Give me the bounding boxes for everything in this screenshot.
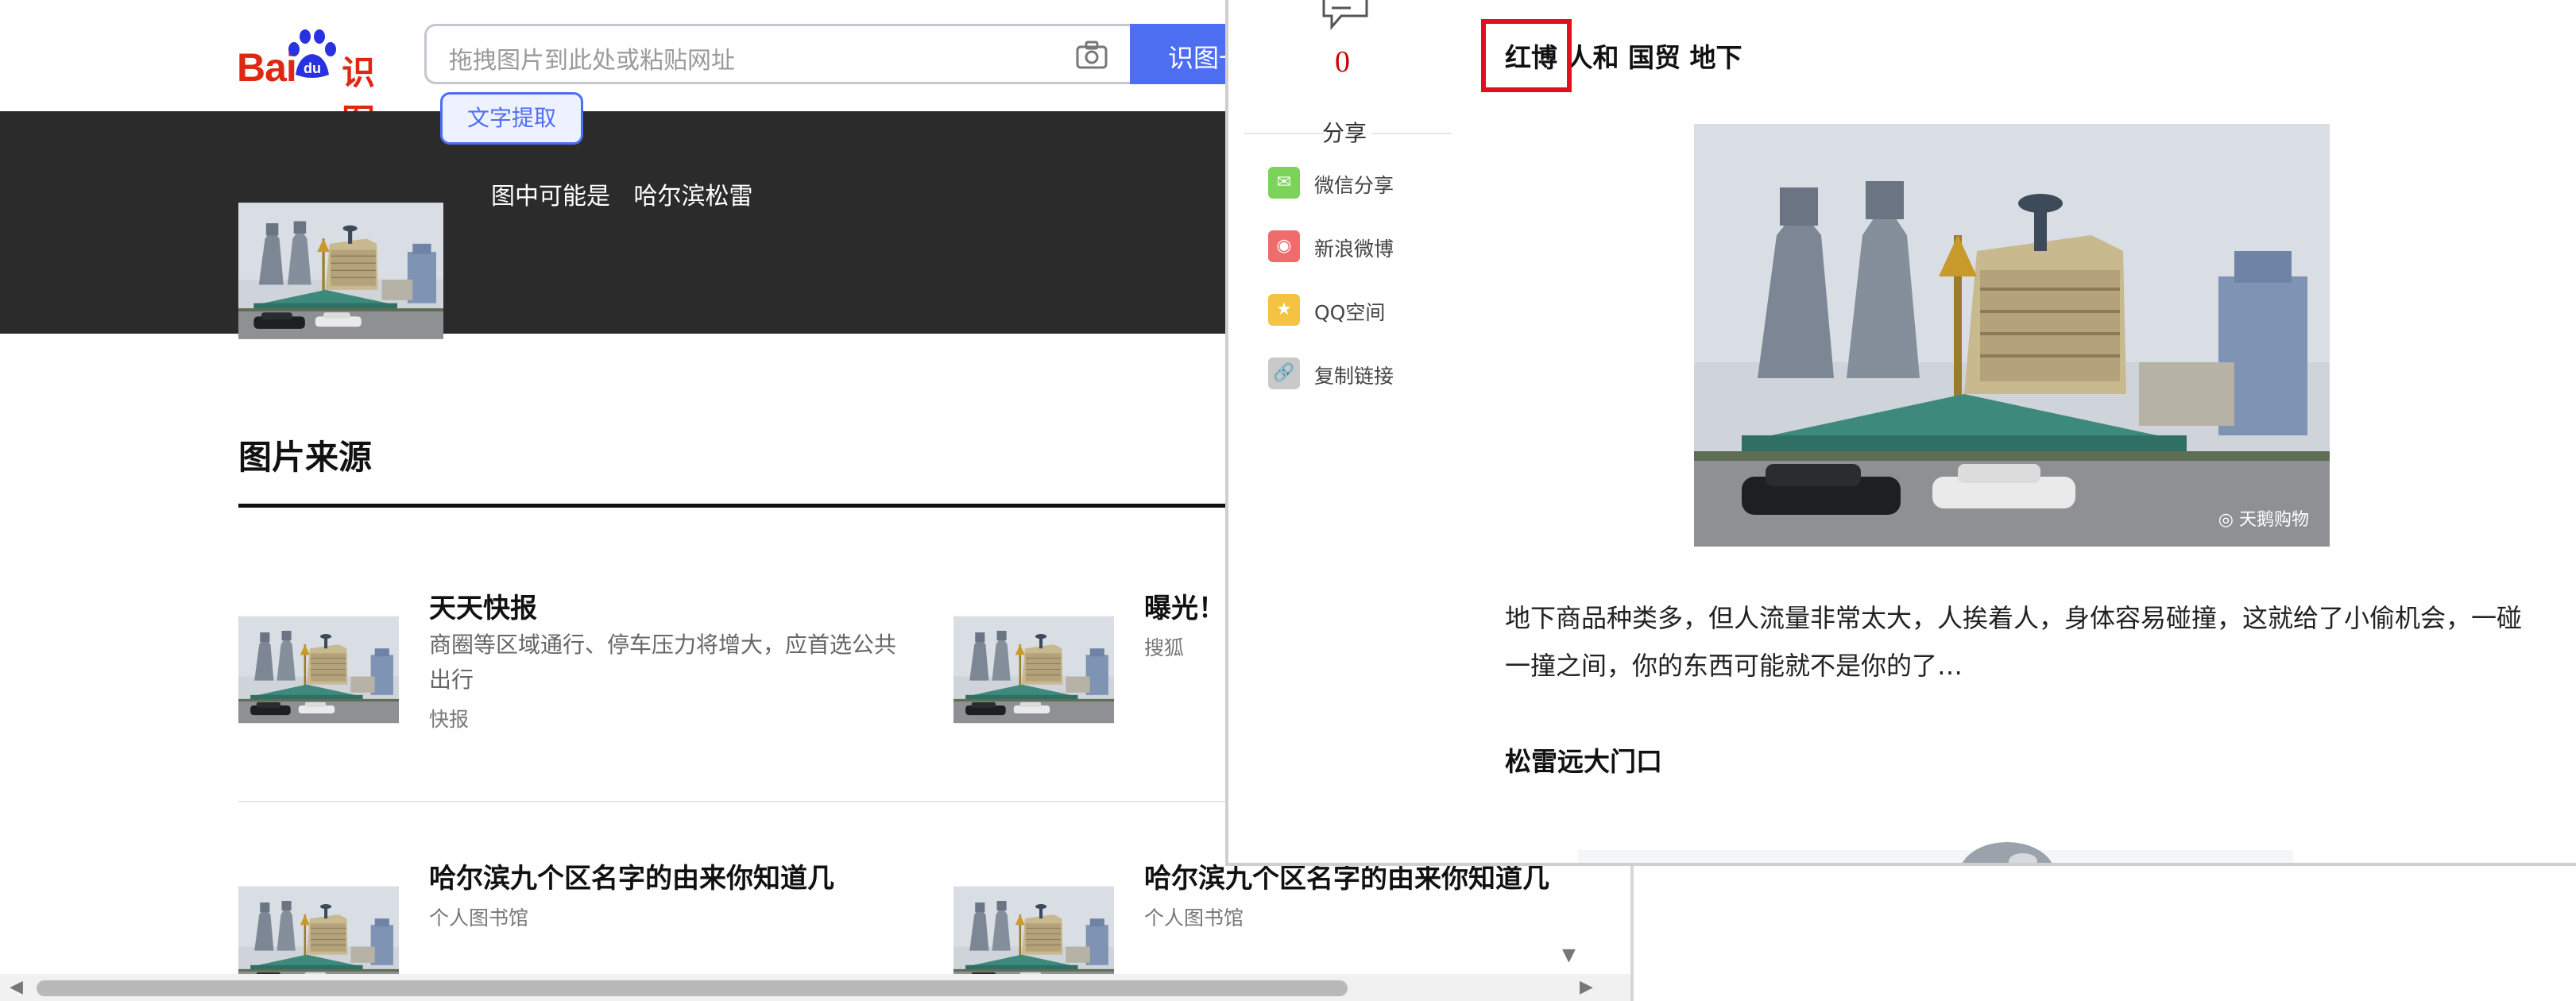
comment-icon[interactable]: [1321, 0, 1370, 32]
share-label: 复制链接: [1314, 365, 1394, 388]
horizontal-scrollbar-thumb[interactable]: [37, 980, 1348, 996]
image-search-input[interactable]: 拖拽图片到此处或粘贴网址: [424, 24, 1130, 84]
share-label: QQ空间: [1314, 301, 1386, 324]
wechat-watermark-icon: ◎: [2218, 510, 2239, 530]
camera-icon[interactable]: [1076, 41, 1108, 69]
guess-prefix: 图中可能是: [491, 183, 610, 211]
scroll-left-icon[interactable]: ◀: [10, 977, 23, 997]
baidu-paw-icon: du: [288, 29, 336, 78]
ocr-extract-button[interactable]: 文字提取: [440, 92, 583, 145]
section-title: 图片来源: [238, 438, 373, 477]
share-heading: 分享: [1322, 120, 1367, 146]
source-title[interactable]: 曝光！: [1144, 586, 1225, 625]
search-placeholder: 拖拽图片到此处或粘贴网址: [449, 47, 735, 75]
guess-text: 图中可能是 哈尔滨松雷: [491, 176, 753, 211]
article-subheading: 松雷远大门口: [1505, 746, 1662, 777]
article-image[interactable]: ◎ 天鹅购物: [1694, 124, 2330, 547]
source-thumbnail[interactable]: [953, 589, 1114, 750]
image-watermark: ◎ 天鹅购物: [2218, 510, 2309, 530]
source-thumbnail[interactable]: [238, 589, 399, 750]
qzone-icon: ★: [1268, 294, 1300, 326]
link-icon: 🔗: [1268, 358, 1300, 389]
scroll-right-icon[interactable]: ▶: [1580, 977, 1593, 997]
share-label: 新浪微博: [1314, 238, 1394, 261]
share-divider-left: [1244, 133, 1324, 134]
source-site: 个人图书馆: [1144, 906, 1244, 930]
article-window: 0 分享 ✉ 微信分享 ◉ 新浪微博 ★ QQ空间 🔗 复制链接 红博 人和 国…: [1225, 0, 2576, 866]
guess-link[interactable]: 哈尔滨松雷: [634, 183, 753, 211]
source-site: 快报: [429, 708, 470, 731]
comment-count: 0: [1335, 45, 1350, 79]
highlight-box: [1481, 19, 1572, 92]
source-title[interactable]: 哈尔滨九个区名字的由来你知道几: [429, 856, 834, 895]
scroll-down-icon[interactable]: ▼: [1562, 945, 1576, 965]
query-image-thumbnail[interactable]: [238, 168, 443, 373]
source-description: 商圈等区域通行、停车压力将增大，应首选公共出行: [429, 632, 897, 693]
source-card[interactable]: 天天快报 商圈等区域通行、停车压力将增大，应首选公共出行 快报: [238, 589, 953, 756]
article-paragraph: 地下商品种类多，但人流量非常太大，人挨着人，身体容易碰撞，这就给了小偷机会，一碰…: [1505, 603, 2523, 681]
logo-du-text: du: [304, 60, 321, 76]
share-label: 微信分享: [1314, 174, 1394, 197]
share-divider-right: [1371, 133, 1451, 134]
weibo-icon: ◉: [1268, 230, 1300, 262]
wechat-icon: ✉: [1268, 167, 1300, 199]
source-site: 个人图书馆: [429, 906, 529, 930]
source-site: 搜狐: [1144, 636, 1185, 659]
next-image-preview: [1578, 842, 2293, 863]
source-title[interactable]: 天天快报: [429, 586, 537, 625]
